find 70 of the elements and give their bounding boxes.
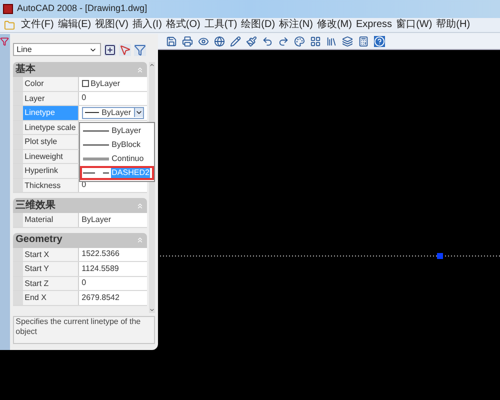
- app-logo-icon: [3, 4, 13, 14]
- property-name[interactable]: Start Y: [12, 262, 79, 276]
- filter-icon[interactable]: [0, 37, 10, 46]
- object-type-select[interactable]: Line: [12, 43, 101, 56]
- menu-item[interactable]: 工具(T): [202, 18, 240, 32]
- property-name[interactable]: Start Z: [12, 276, 79, 290]
- undo-icon[interactable]: [262, 36, 273, 46]
- layers-icon[interactable]: [342, 36, 353, 46]
- collapse-icon: [136, 66, 144, 74]
- menu-item[interactable]: 修改(M): [314, 18, 354, 32]
- scroll-up-icon[interactable]: [149, 62, 155, 68]
- property-name[interactable]: Hyperlink: [12, 164, 79, 178]
- library-icon[interactable]: [326, 36, 337, 46]
- menu-item[interactable]: 插入(I): [130, 18, 164, 32]
- property-value: 0: [82, 92, 86, 104]
- section-header[interactable]: 三维效果: [12, 198, 147, 213]
- property-name[interactable]: Layer: [12, 92, 79, 105]
- menu-item[interactable]: 格式(O): [164, 18, 202, 32]
- dropdown-arrow-icon: [134, 108, 143, 118]
- property-name[interactable]: Color: [12, 77, 79, 90]
- brush-icon[interactable]: [246, 36, 257, 46]
- menu-item[interactable]: 视图(V): [93, 18, 130, 32]
- linetype-sample-icon: [82, 157, 109, 161]
- menu-item[interactable]: 编辑(E): [56, 18, 94, 32]
- property-name[interactable]: Plot style: [12, 135, 79, 148]
- property-value: 1124.5589: [82, 262, 119, 275]
- linetype-sample-icon: [82, 129, 109, 133]
- globe-icon[interactable]: [214, 36, 225, 46]
- menu-item[interactable]: 绘图(D): [239, 18, 278, 32]
- section-header[interactable]: 基本: [12, 62, 147, 77]
- menu-item[interactable]: 帮助(H): [434, 18, 472, 32]
- eye-icon[interactable]: [198, 36, 209, 46]
- property-name[interactable]: Start X: [12, 248, 79, 261]
- toggle-pickadd-icon[interactable]: [104, 44, 116, 56]
- grid-icon[interactable]: [310, 36, 321, 46]
- collapse-icon: [136, 236, 144, 244]
- menu-item[interactable]: 窗口(W): [394, 18, 434, 32]
- property-value: 1522.5366: [82, 248, 120, 260]
- property-value: ByLayer: [82, 214, 111, 226]
- calculator-icon[interactable]: [358, 36, 369, 46]
- menu-item[interactable]: 文件(F): [19, 18, 56, 32]
- linetype-sample-icon: [82, 171, 109, 175]
- save-icon[interactable]: [166, 36, 177, 46]
- section-header[interactable]: Geometry: [12, 232, 147, 248]
- linetype-sample-icon: [82, 143, 109, 147]
- property-name[interactable]: Lineweight: [12, 150, 79, 163]
- collapse-icon: [136, 202, 144, 210]
- menu-item[interactable]: 标注(N): [277, 18, 315, 32]
- document-icon: [4, 20, 15, 30]
- property-name[interactable]: Linetype scale: [12, 120, 79, 134]
- property-value: 2679.8542: [82, 292, 120, 304]
- scroll-down-icon[interactable]: [149, 307, 155, 313]
- linetype-sample-icon: [84, 111, 99, 114]
- pencil-icon[interactable]: [230, 36, 241, 46]
- menu-item[interactable]: Express: [354, 18, 394, 32]
- property-name[interactable]: End X: [12, 291, 79, 304]
- printer-icon[interactable]: [182, 36, 193, 46]
- palette-icon[interactable]: [294, 36, 305, 46]
- linetype-select[interactable]: ByLayer: [82, 106, 144, 119]
- color-swatch-icon: [82, 80, 89, 88]
- window-title: AutoCAD 2008 - [Drawing1.dwg]: [17, 2, 148, 16]
- description-box: Specifies the current linetype of the object: [12, 316, 155, 344]
- property-name[interactable]: Material: [12, 213, 79, 226]
- property-value: ByLayer: [90, 78, 120, 90]
- property-name[interactable]: Thickness: [12, 178, 79, 192]
- redo-icon[interactable]: [278, 36, 289, 46]
- quick-select-icon[interactable]: [134, 44, 146, 56]
- property-value: 0: [82, 277, 86, 290]
- help-icon[interactable]: [374, 36, 385, 46]
- select-objects-icon[interactable]: [118, 44, 131, 56]
